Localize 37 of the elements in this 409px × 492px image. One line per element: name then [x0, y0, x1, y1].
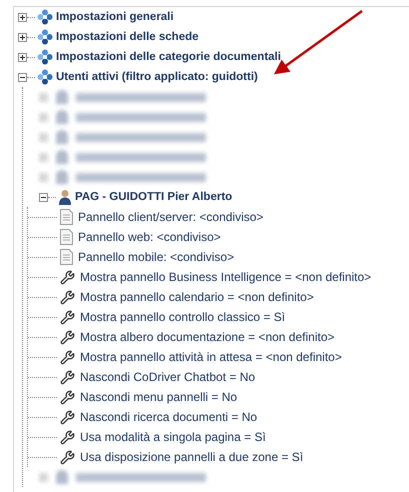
tree-item-label[interactable]: Mostra pannello calendario = <non definito>: [80, 287, 314, 307]
collapse-button[interactable]: [39, 192, 48, 202]
collapse-button[interactable]: [18, 72, 27, 82]
wrench-icon: [60, 310, 75, 324]
tree-item-label[interactable]: Usa disposizione pannelli a due zone = Sì: [80, 447, 304, 467]
expand-button[interactable]: [18, 52, 27, 62]
person-icon: [58, 189, 72, 205]
document-icon: [60, 249, 73, 265]
wrench-icon: [60, 350, 75, 364]
tree-item-label[interactable]: PAG - GUIDOTTI Pier Alberto: [75, 187, 232, 207]
tree-item-label[interactable]: Mostra albero documentazione = <non definito>: [80, 327, 335, 347]
wrench-icon: [60, 370, 75, 384]
tree-item-label[interactable]: Impostazioni delle schede: [56, 27, 199, 47]
wrench-icon: [60, 390, 75, 404]
wrench-icon: [60, 430, 75, 444]
tree-item-label[interactable]: Impostazioni delle categorie documentali: [56, 47, 281, 67]
document-icon: [60, 229, 73, 245]
wrench-icon: [60, 450, 75, 464]
expand-button[interactable]: [18, 32, 27, 42]
expand-button[interactable]: [18, 12, 27, 22]
tree-item-label[interactable]: Nascondi menu pannelli = No: [80, 387, 238, 407]
wrench-icon: [60, 330, 75, 344]
tree-item-label[interactable]: Mostra pannello controllo classico = Sì: [80, 307, 286, 327]
wrench-icon: [60, 290, 75, 304]
wrench-icon: [60, 270, 75, 284]
tree-item-label[interactable]: Impostazioni generali: [56, 7, 174, 27]
tree-item-label[interactable]: Pannello mobile: <condiviso>: [78, 247, 234, 267]
tree-item-label[interactable]: Nascondi ricerca documenti = No: [80, 407, 258, 427]
tree-item-label[interactable]: Utenti attivi (filtro applicato: guidotti): [56, 67, 258, 87]
tree-item-label[interactable]: Mostra pannello Business Intelligence = <non definito>: [80, 267, 372, 287]
tree-item-label[interactable]: Mostra pannello attività in attesa = <non definito>: [80, 347, 342, 367]
tree-item-label[interactable]: Pannello client/server: <condiviso>: [78, 207, 264, 227]
tree-item-label[interactable]: Usa modalità a singola pagina = Sì: [80, 427, 266, 447]
document-icon: [60, 209, 73, 225]
tree-item-label[interactable]: Pannello web: <condiviso>: [78, 227, 221, 247]
tree-item-label[interactable]: Nascondi CoDriver Chatbot = No: [80, 367, 256, 387]
wrench-icon: [60, 410, 75, 424]
